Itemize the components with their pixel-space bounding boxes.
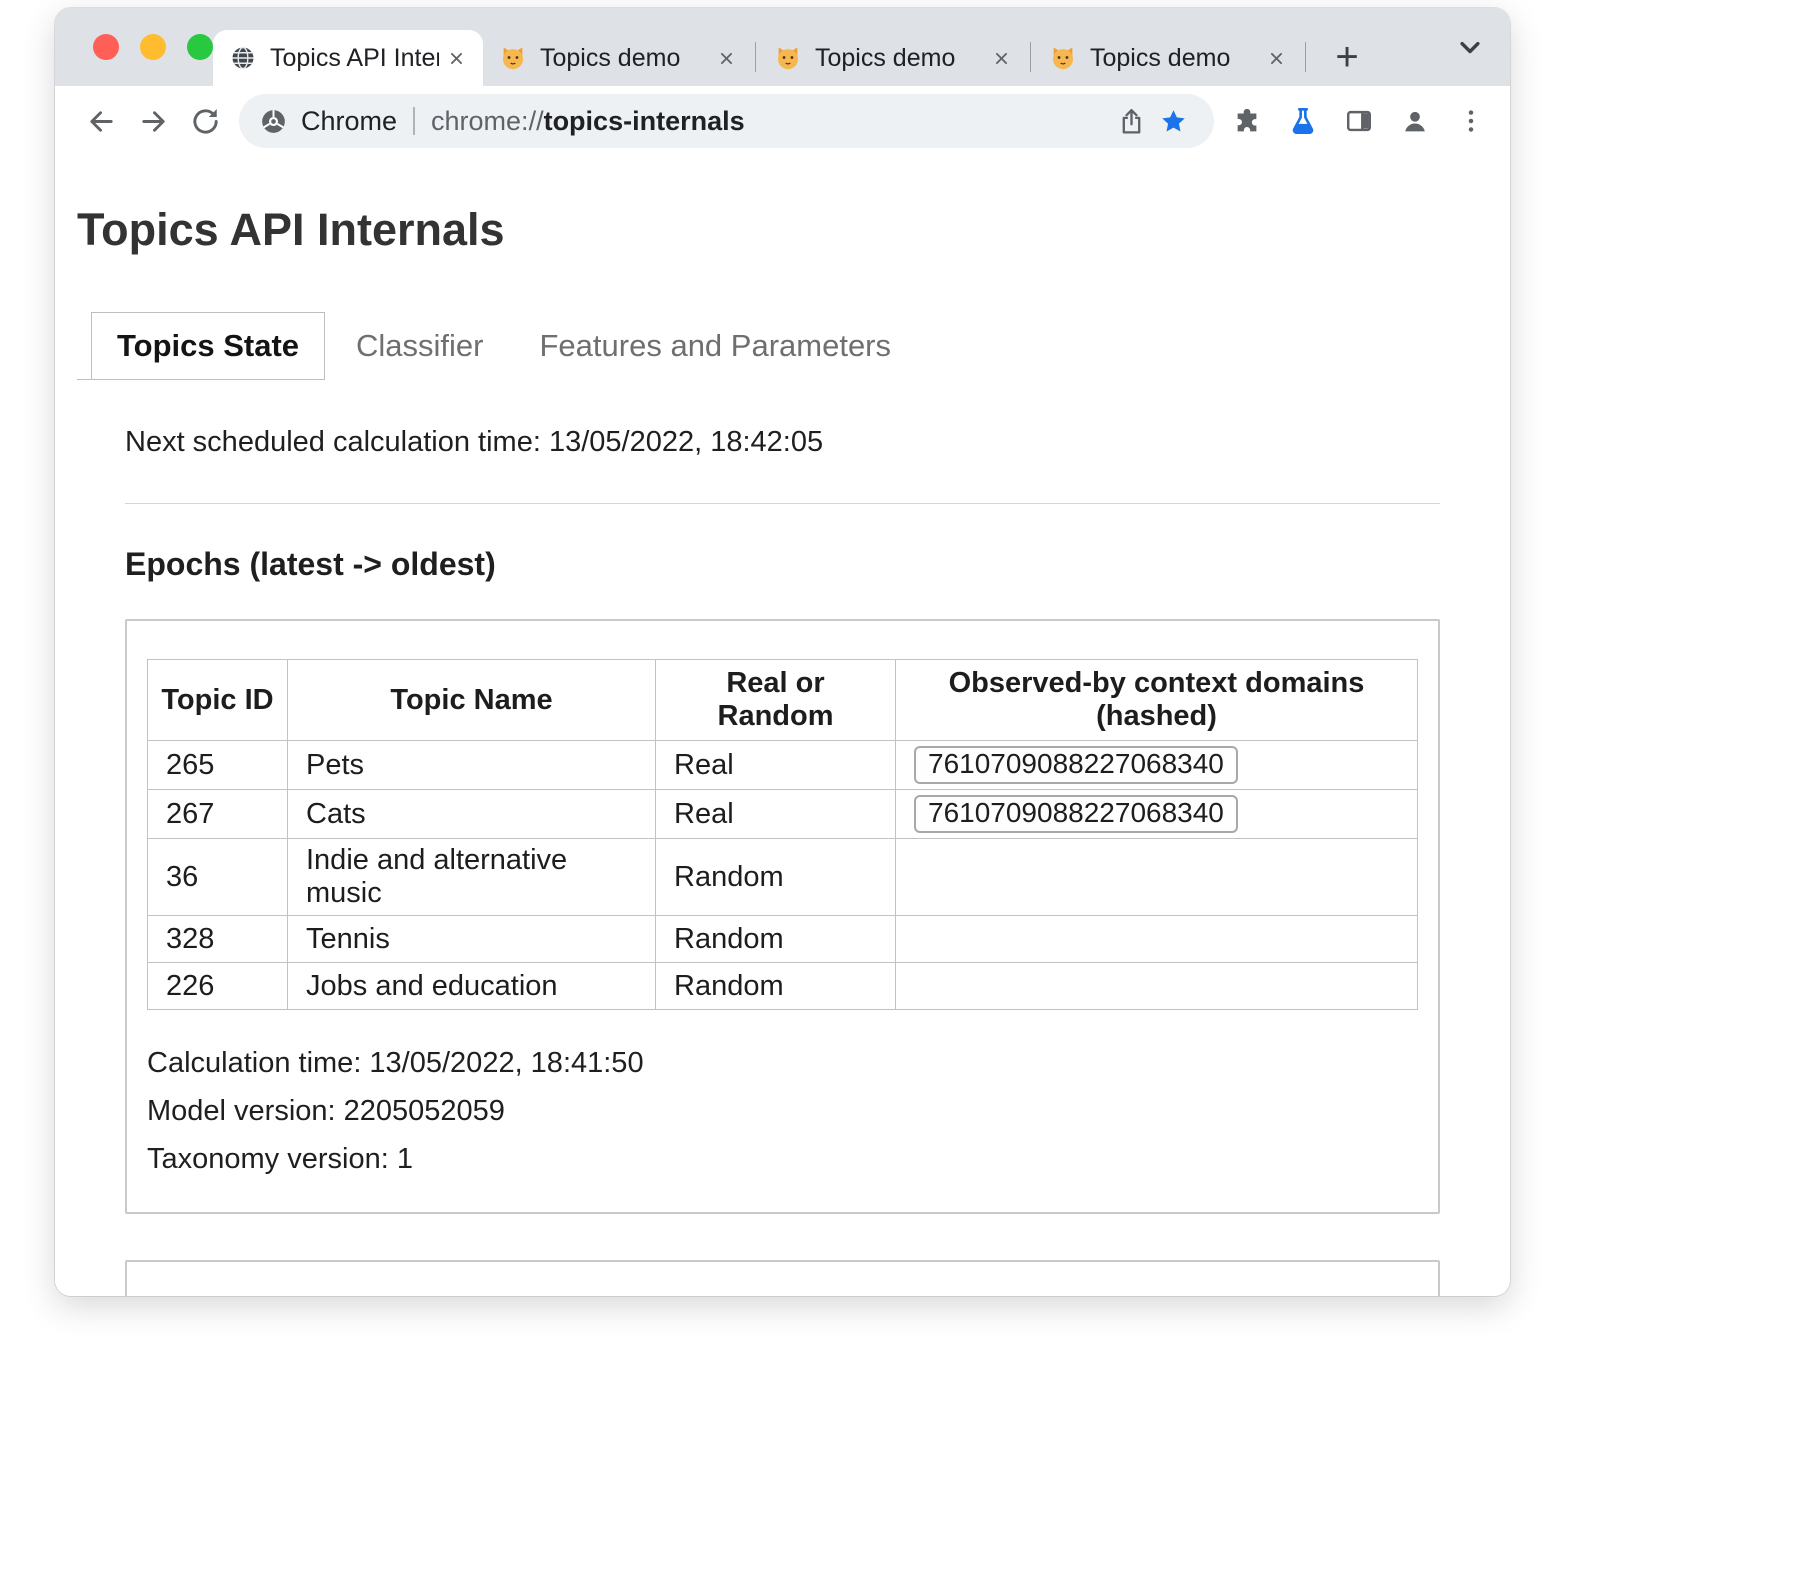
tab-close-icon[interactable]: [439, 41, 473, 75]
url-divider: [413, 107, 415, 135]
table-row: 328TennisRandom: [148, 916, 1418, 963]
browser-tab-topics-demo-1[interactable]: Topics demo: [483, 30, 753, 86]
chrome-logo-icon: [259, 107, 288, 136]
tab-title: Topics demo: [815, 44, 984, 73]
tab-topics-state[interactable]: Topics State: [91, 312, 325, 380]
topic-name-cell: Cats: [288, 790, 656, 839]
hashed-domain-value: 7610709088227068340: [914, 746, 1238, 784]
profile-avatar-icon[interactable]: [1392, 98, 1438, 144]
topic-id-cell: 226: [148, 963, 288, 1010]
real-or-random-cell: Real: [656, 741, 896, 790]
forward-button[interactable]: [127, 95, 179, 147]
browser-window: Topics API Intern Topics demo T: [55, 8, 1510, 1296]
globe-favicon-icon: [229, 44, 257, 72]
browser-tab-topics-demo-3[interactable]: Topics demo: [1033, 30, 1303, 86]
share-icon[interactable]: [1110, 100, 1152, 142]
browser-toolbar: Chrome chrome://topics-internals: [55, 86, 1510, 156]
real-or-random-cell: Real: [656, 790, 896, 839]
labs-flask-icon[interactable]: [1280, 98, 1326, 144]
browser-tab-topics-internals[interactable]: Topics API Intern: [213, 30, 483, 86]
cat-favicon-icon: [774, 44, 802, 72]
taxonomy-version: Taxonomy version: 1: [147, 1138, 1418, 1180]
col-topic-name: Topic Name: [288, 660, 656, 741]
page-title: Topics API Internals: [77, 204, 1510, 256]
real-or-random-cell: Random: [656, 916, 896, 963]
table-header-row: Topic ID Topic Name Real or Random Obser…: [148, 660, 1418, 741]
tab-features-and-parameters[interactable]: Features and Parameters: [515, 312, 917, 380]
tab-strip: Topics API Intern Topics demo T: [55, 8, 1510, 86]
tab-close-icon[interactable]: [1259, 41, 1293, 75]
table-row: 36Indie and alternative musicRandom: [148, 839, 1418, 916]
menu-dots-icon[interactable]: [1448, 98, 1494, 144]
new-tab-button[interactable]: +: [1324, 34, 1370, 80]
col-observed-domains: Observed-by context domains (hashed): [896, 660, 1418, 741]
browser-tab-topics-demo-2[interactable]: Topics demo: [758, 30, 1028, 86]
epoch-table: Topic ID Topic Name Real or Random Obser…: [147, 659, 1418, 1010]
tab-classifier[interactable]: Classifier: [331, 312, 508, 380]
topic-name-cell: Indie and alternative music: [288, 839, 656, 916]
page-tabs: Topics State Classifier Features and Par…: [91, 312, 1510, 380]
observed-domains-cell: 7610709088227068340: [896, 790, 1418, 839]
calculation-time: Calculation time: 13/05/2022, 18:41:50: [147, 1042, 1418, 1084]
topic-name-cell: Tennis: [288, 916, 656, 963]
table-row: 267CatsReal 7610709088227068340: [148, 790, 1418, 839]
browser-tabs: Topics API Intern Topics demo T: [213, 8, 1370, 86]
col-topic-id: Topic ID: [148, 660, 288, 741]
observed-domains-cell: [896, 963, 1418, 1010]
reload-button[interactable]: [179, 95, 231, 147]
side-panel-icon[interactable]: [1336, 98, 1382, 144]
topic-id-cell: 265: [148, 741, 288, 790]
cat-favicon-icon: [499, 44, 527, 72]
observed-domains-cell: [896, 839, 1418, 916]
site-chip-label: Chrome: [301, 106, 397, 137]
tab-title: Topics demo: [540, 44, 709, 73]
omnibox[interactable]: Chrome chrome://topics-internals: [239, 94, 1214, 148]
real-or-random-cell: Random: [656, 839, 896, 916]
tab-separator: [755, 42, 756, 72]
traffic-zoom[interactable]: [187, 34, 213, 60]
topic-id-cell: 328: [148, 916, 288, 963]
tab-title: Topics demo: [1090, 44, 1259, 73]
observed-domains-cell: [896, 916, 1418, 963]
traffic-lights: [93, 34, 213, 60]
bookmark-star-icon[interactable]: [1152, 100, 1194, 142]
toolbar-actions: [1224, 98, 1494, 144]
tab-close-icon[interactable]: [984, 41, 1018, 75]
table-row: 265PetsReal 7610709088227068340: [148, 741, 1418, 790]
tab-close-icon[interactable]: [709, 41, 743, 75]
topic-name-cell: Jobs and education: [288, 963, 656, 1010]
topic-id-cell: 36: [148, 839, 288, 916]
divider: [125, 503, 1440, 504]
back-button[interactable]: [75, 95, 127, 147]
tab-title: Topics API Intern: [270, 44, 439, 73]
traffic-minimize[interactable]: [140, 34, 166, 60]
tab-separator: [1030, 42, 1031, 72]
model-version: Model version: 2205052059: [147, 1090, 1418, 1132]
page-content: Topics API Internals Topics State Classi…: [55, 156, 1510, 1296]
tab-separator: [1305, 42, 1306, 72]
table-row: 226Jobs and educationRandom: [148, 963, 1418, 1010]
tab-list-chevron-icon[interactable]: [1452, 29, 1488, 65]
col-real-or-random: Real or Random: [656, 660, 896, 741]
epoch-box-latest: Topic ID Topic Name Real or Random Obser…: [125, 619, 1440, 1214]
topics-state-panel: Next scheduled calculation time: 13/05/2…: [125, 426, 1440, 1296]
topic-name-cell: Pets: [288, 741, 656, 790]
url-text: chrome://topics-internals: [431, 106, 745, 137]
topic-id-cell: 267: [148, 790, 288, 839]
observed-domains-cell: 7610709088227068340: [896, 741, 1418, 790]
cat-favicon-icon: [1049, 44, 1077, 72]
epoch-box-older: Topic ID Topic Name Real or Random Obser…: [125, 1260, 1440, 1296]
epochs-heading: Epochs (latest -> oldest): [125, 546, 1440, 583]
traffic-close[interactable]: [93, 34, 119, 60]
hashed-domain-value: 7610709088227068340: [914, 795, 1238, 833]
extensions-puzzle-icon[interactable]: [1224, 98, 1270, 144]
url-scheme: chrome://: [431, 106, 544, 136]
next-calculation-time: Next scheduled calculation time: 13/05/2…: [125, 426, 1440, 459]
real-or-random-cell: Random: [656, 963, 896, 1010]
url-host: topics-internals: [544, 106, 745, 136]
